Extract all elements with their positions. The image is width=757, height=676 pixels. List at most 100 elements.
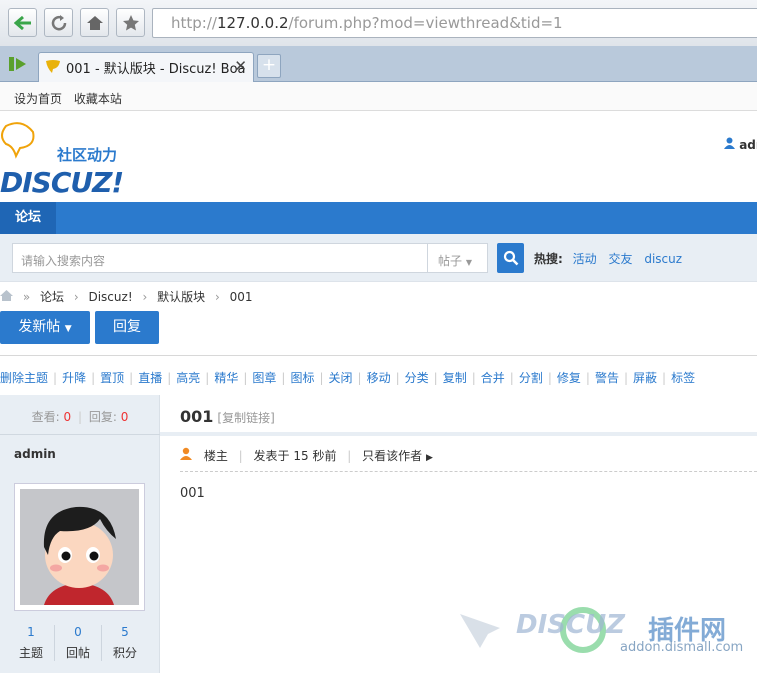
search-bar: 请输入搜索内容 帖子 ▼ 热搜: 活动 交友 discuz — [0, 234, 757, 282]
stat-threads-value: 1 — [27, 625, 35, 639]
watermark-brand: DISCUZ — [516, 610, 626, 640]
mod-action[interactable]: 置顶 — [100, 371, 124, 385]
new-post-label: 发新帖 — [18, 319, 61, 335]
logo-bubble-icon — [1, 122, 35, 159]
search-type-select[interactable]: 帖子 ▼ — [427, 243, 488, 273]
breadcrumb-separator: › — [73, 290, 79, 304]
sidebar-toggle-icon — [9, 57, 26, 71]
logo-tagline: 社区动力 — [57, 146, 118, 164]
discuz-logo[interactable]: 社区动力 DISCUZ! — [0, 122, 140, 199]
mod-action[interactable]: 复制 — [443, 371, 467, 385]
author-panel: 查看: 0 | 回复: 0 admin 1 主题 0 回帖 5 积分 — [0, 395, 160, 673]
hot-search: 热搜: 活动 交友 discuz — [534, 250, 690, 267]
search-input[interactable]: 请输入搜索内容 — [12, 243, 428, 273]
mod-action[interactable]: 屏蔽 — [633, 371, 657, 385]
stat-divider: | — [77, 410, 83, 424]
post-content: 001 — [180, 486, 205, 501]
url-prefix: http:// — [171, 14, 217, 32]
mod-separator: | — [471, 371, 476, 385]
reply-button[interactable]: 回复 — [95, 311, 159, 344]
info-divider: | — [347, 449, 352, 463]
mod-separator: | — [547, 371, 552, 385]
browser-toolbar: http://127.0.0.2/forum.php?mod=viewthrea… — [0, 0, 757, 46]
avatar-image — [20, 489, 139, 605]
mod-separator: | — [281, 371, 286, 385]
home-icon[interactable] — [0, 290, 13, 301]
mod-action[interactable]: 图标 — [290, 371, 314, 385]
bookmark-site-link[interactable]: 收藏本站 — [74, 92, 122, 106]
user-menu[interactable]: adr — [724, 137, 757, 152]
mod-action[interactable]: 精华 — [214, 371, 238, 385]
new-tab-button[interactable]: + — [257, 54, 281, 78]
mod-action[interactable]: 升降 — [62, 371, 86, 385]
tab-strip: 001 - 默认版块 - Discuz! Boa ✕ + — [0, 46, 757, 82]
info-divider: | — [238, 449, 243, 463]
address-bar[interactable]: http://127.0.0.2/forum.php?mod=viewthrea… — [152, 8, 757, 38]
home-icon — [86, 15, 103, 30]
mod-action[interactable]: 图章 — [252, 371, 276, 385]
hot-link-dating[interactable]: 交友 — [608, 252, 632, 266]
user-icon — [724, 137, 735, 149]
mod-action[interactable]: 标签 — [671, 371, 695, 385]
post-time: 发表于 15 秒前 — [253, 449, 337, 463]
stat-replies[interactable]: 0 回帖 — [55, 625, 102, 661]
back-arrow-icon — [13, 15, 31, 30]
breadcrumb-forum[interactable]: 论坛 — [40, 290, 64, 304]
mod-separator: | — [319, 371, 324, 385]
new-post-button[interactable]: 发新帖 ▼ — [0, 311, 90, 344]
mod-action[interactable]: 修复 — [557, 371, 581, 385]
watermark: DISCUZ 插件网 addon.dismall.com — [458, 598, 757, 673]
views-label: 查看: — [31, 410, 60, 424]
copy-link[interactable]: [复制链接] — [217, 411, 274, 425]
watermark-url: addon.dismall.com — [620, 640, 744, 655]
mod-action[interactable]: 警告 — [595, 371, 619, 385]
browser-tab[interactable]: 001 - 默认版块 - Discuz! Boa ✕ — [38, 52, 254, 82]
thread-title: 001 [复制链接] — [180, 407, 275, 426]
author-name[interactable]: admin — [14, 447, 56, 461]
logo-wordmark: DISCUZ! — [0, 166, 124, 199]
breadcrumb: » 论坛 › Discuz! › 默认版块 › 001 — [0, 288, 252, 305]
breadcrumb-discuz[interactable]: Discuz! — [88, 290, 132, 304]
stat-replies-value: 0 — [74, 625, 82, 639]
tab-close-icon[interactable]: ✕ — [234, 57, 247, 75]
breadcrumb-separator: » — [22, 290, 31, 304]
views-count: 0 — [63, 410, 72, 424]
mod-action[interactable]: 关闭 — [329, 371, 353, 385]
mod-action[interactable]: 高亮 — [176, 371, 200, 385]
hot-link-activity[interactable]: 活动 — [573, 252, 597, 266]
refresh-button[interactable] — [44, 8, 73, 37]
tab-favicon-icon — [46, 60, 60, 73]
stat-threads-label: 主题 — [18, 646, 43, 660]
mod-action[interactable]: 直播 — [138, 371, 162, 385]
mod-separator: | — [357, 371, 362, 385]
caret-down-icon: ▼ — [64, 324, 72, 334]
nav-item-forum[interactable]: 论坛 — [0, 202, 56, 234]
bookmark-star-button[interactable] — [116, 8, 145, 37]
stat-threads[interactable]: 1 主题 — [8, 625, 55, 661]
back-button[interactable] — [8, 8, 37, 37]
mod-action[interactable]: 删除主题 — [0, 371, 48, 385]
set-homepage-link[interactable]: 设为首页 — [14, 92, 62, 106]
mod-action[interactable]: 分割 — [519, 371, 543, 385]
home-button[interactable] — [80, 8, 109, 37]
mod-action[interactable]: 移动 — [367, 371, 391, 385]
breadcrumb-board[interactable]: 默认版块 — [157, 290, 205, 304]
stat-credits[interactable]: 5 积分 — [102, 625, 148, 661]
site-header: 社区动力 DISCUZ! adr — [0, 112, 757, 202]
mod-separator: | — [509, 371, 514, 385]
mod-separator: | — [623, 371, 628, 385]
mod-action[interactable]: 分类 — [405, 371, 429, 385]
hot-link-discuz[interactable]: discuz — [644, 252, 682, 266]
avatar[interactable] — [14, 483, 145, 611]
moderation-toolbar: 删除主题 | 升降 | 置顶 | 直播 | 高亮 | 精华 | 图章 | 图标 | 关闭 | 移动 | 分类 | 复制 | 合并… — [0, 355, 757, 395]
thread-stats: 查看: 0 | 回复: 0 — [0, 395, 160, 435]
search-button[interactable] — [497, 243, 524, 273]
only-author-link[interactable]: 只看该作者 — [362, 449, 422, 463]
mod-separator: | — [243, 371, 248, 385]
sidebar-toggle-button[interactable] — [8, 55, 30, 76]
mod-separator: | — [53, 371, 58, 385]
triangle-right-icon: ▶ — [426, 453, 433, 463]
post-divider — [180, 471, 757, 472]
mod-action[interactable]: 合并 — [481, 371, 505, 385]
author-icon — [180, 447, 192, 460]
